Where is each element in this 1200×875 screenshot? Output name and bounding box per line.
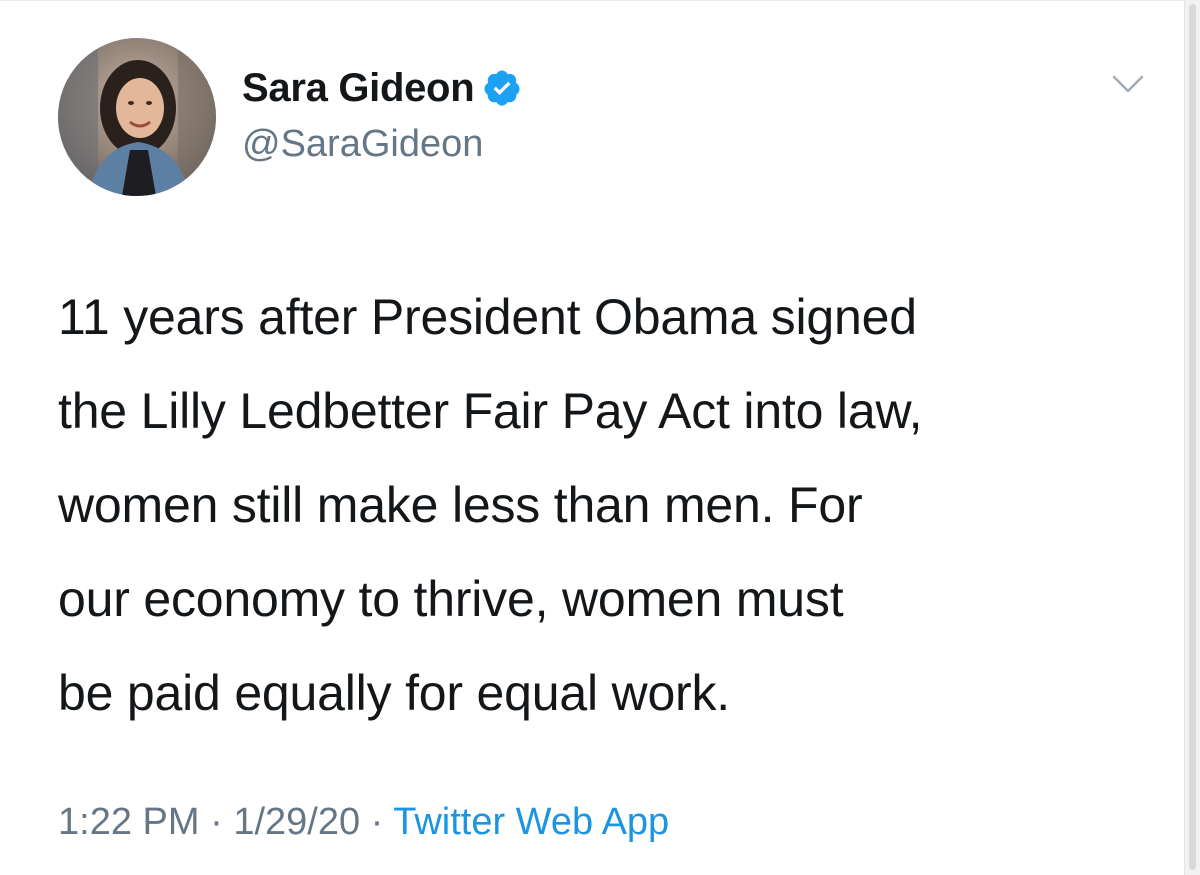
tweet-time[interactable]: 1:22 PM: [58, 801, 200, 843]
author-display-name[interactable]: Sara Gideon: [242, 64, 475, 112]
tweet-text-line: our economy to thrive, women must: [58, 571, 844, 627]
verified-badge-icon: [482, 68, 522, 108]
vertical-scrollbar[interactable]: [1184, 0, 1200, 875]
tweet-text-line: women still make less than men. For: [58, 477, 863, 533]
avatar[interactable]: [58, 38, 216, 196]
tweet-text-line: the Lilly Ledbetter Fair Pay Act into la…: [58, 383, 923, 439]
tweet-text-line: be paid equally for equal work.: [58, 665, 730, 721]
author-name-row[interactable]: Sara Gideon: [242, 64, 522, 112]
chevron-down-icon[interactable]: [1110, 72, 1146, 96]
scrollbar-thumb[interactable]: [1189, 4, 1196, 870]
tweet-date[interactable]: 1/29/20: [233, 801, 360, 843]
avatar-photo: [58, 38, 216, 196]
tweet-source-link[interactable]: Twitter Web App: [393, 801, 669, 843]
author-handle[interactable]: @SaraGideon: [242, 120, 483, 168]
tweet-card: Sara Gideon @SaraGideon 11 years after P…: [0, 0, 1200, 875]
meta-separator: ·: [210, 801, 223, 843]
top-divider: [0, 0, 1200, 1]
meta-separator: ·: [370, 801, 384, 843]
tweet-text-line: 11 years after President Obama signed: [58, 289, 917, 345]
tweet-meta: 1:22 PM · 1/29/20 · Twitter Web App: [58, 796, 669, 848]
tweet-text: 11 years after President Obama signed th…: [58, 270, 1168, 740]
